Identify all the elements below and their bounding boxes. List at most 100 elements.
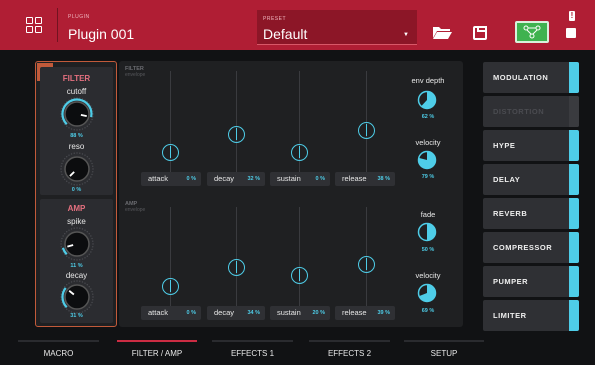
tab-indicator (404, 340, 484, 342)
effect-button-reverb[interactable]: REVERB (483, 198, 579, 229)
param-name: attack (148, 174, 169, 183)
env-depth-knob[interactable] (417, 90, 437, 110)
filter-release-box[interactable]: release 38 % (335, 172, 395, 186)
filter-attack-box[interactable]: attack 0 % (141, 172, 201, 186)
fade-value: 50 % (421, 247, 435, 253)
filter-decay-track (236, 71, 237, 178)
warning-icon[interactable]: ! (569, 11, 575, 21)
amp-velocity-value: 69 % (421, 308, 435, 314)
filter-envelope-subtitle: envelope (125, 72, 146, 78)
tab-label: EFFECTS 1 (230, 349, 275, 358)
filter-velocity-knob[interactable] (417, 150, 437, 170)
filter-sustain-track (299, 71, 300, 178)
effect-enabled-indicator[interactable] (569, 164, 579, 195)
tab-macro[interactable]: MACRO (18, 340, 99, 365)
param-name: release (342, 174, 367, 183)
macro-knob-panel: Q FILTER cutoff 88 % reso 0 % AMP spike … (35, 61, 117, 327)
amp-sustain-box[interactable]: sustain 20 % (270, 306, 330, 320)
amp-sustain-track (299, 207, 300, 307)
effect-button-compressor[interactable]: COMPRESSOR (483, 232, 579, 263)
cutoff-knob[interactable] (60, 97, 94, 131)
tab-label: SETUP (430, 349, 458, 358)
amp-attack-box[interactable]: attack 0 % (141, 306, 201, 320)
decay-value: 31 % (70, 313, 83, 319)
amp-decay-box[interactable]: decay 34 % (207, 306, 265, 320)
effect-button-hype[interactable]: HYPE (483, 130, 579, 161)
param-name: decay (214, 308, 235, 317)
preset-dropdown[interactable]: Preset Default ▼ (257, 10, 417, 45)
tab-label: EFFECTS 2 (327, 349, 372, 358)
save-icon[interactable] (473, 26, 487, 40)
spike-knob[interactable] (60, 227, 94, 261)
effect-label: DISTORTION (493, 107, 545, 116)
filter-sustain-box[interactable]: sustain 0 % (270, 172, 330, 186)
filter-decay-box[interactable]: decay 32 % (207, 172, 265, 186)
amp-decay-fader[interactable] (228, 258, 245, 276)
reso-knob[interactable] (60, 152, 94, 186)
plugin-name: Plugin 001 (68, 26, 135, 42)
effect-enabled-indicator[interactable] (569, 62, 579, 93)
param-value: 0 % (186, 310, 196, 316)
decay-knob[interactable] (60, 280, 94, 314)
amp-release-box[interactable]: release 39 % (335, 306, 395, 320)
cutoff-label: cutoff (66, 87, 87, 96)
amp-velocity-knob[interactable] (417, 283, 437, 303)
effect-label: DELAY (493, 175, 521, 184)
tab-effects-1[interactable]: EFFECTS 1 (212, 340, 293, 365)
effect-label: PUMPER (493, 277, 529, 286)
amp-release-fader[interactable] (358, 255, 375, 273)
effect-enabled-indicator[interactable] (569, 198, 579, 229)
tab-indicator (117, 340, 197, 342)
bottom-tab-bar: MACRO FILTER / AMP EFFECTS 1 EFFECTS 2 S… (0, 340, 595, 365)
tab-setup[interactable]: SETUP (404, 340, 484, 365)
effect-label: COMPRESSOR (493, 243, 553, 252)
filter-attack-fader[interactable] (162, 144, 179, 161)
fade-knob[interactable] (417, 222, 437, 242)
effect-button-pumper[interactable]: PUMPER (483, 266, 579, 297)
folder-icon[interactable] (432, 25, 452, 39)
filter-release-fader[interactable] (358, 122, 375, 140)
plugin-caption: Plugin (68, 14, 90, 20)
param-value: 0 % (186, 176, 196, 182)
reso-value: 0 % (71, 187, 82, 193)
tab-indicator (309, 340, 390, 342)
effect-enabled-indicator[interactable] (569, 130, 579, 161)
decay-label: decay (65, 271, 88, 280)
routing-icon[interactable] (515, 21, 549, 43)
filter-section: FILTER cutoff 88 % reso 0 % (40, 67, 113, 195)
effect-enabled-indicator[interactable] (569, 232, 579, 263)
param-name: decay (214, 174, 235, 183)
amp-attack-fader[interactable] (162, 278, 179, 295)
effect-button-distortion[interactable]: DISTORTION (483, 96, 579, 127)
amp-sustain-fader[interactable] (291, 266, 308, 284)
grid-icon[interactable] (26, 17, 42, 33)
effect-enabled-indicator[interactable] (569, 300, 579, 331)
effect-button-delay[interactable]: DELAY (483, 164, 579, 195)
tab-label: MACRO (43, 349, 74, 358)
tab-filter-amp[interactable]: FILTER / AMP (117, 340, 197, 365)
tab-indicator (212, 340, 293, 342)
amp-section: AMP spike 11 % decay 31 % (40, 199, 113, 323)
param-value: 34 % (247, 310, 260, 316)
tab-effects-2[interactable]: EFFECTS 2 (309, 340, 390, 365)
spike-value: 11 % (70, 263, 83, 269)
effect-label: HYPE (493, 141, 516, 150)
filter-decay-fader[interactable] (228, 125, 245, 143)
filter-velocity-value: 79 % (421, 174, 435, 180)
param-name: release (342, 308, 367, 317)
effect-button-limiter[interactable]: LIMITER (483, 300, 579, 331)
effect-button-modulation[interactable]: MODULATION (483, 62, 579, 93)
tab-label: FILTER / AMP (131, 349, 183, 358)
param-name: sustain (277, 308, 301, 317)
effect-enabled-indicator[interactable] (569, 266, 579, 297)
param-value: 20 % (312, 310, 325, 316)
param-value: 39 % (377, 310, 390, 316)
filter-sustain-fader[interactable] (291, 144, 308, 161)
filter-section-title: FILTER (62, 74, 91, 83)
tab-indicator (18, 340, 99, 342)
cutoff-value: 88 % (70, 133, 83, 139)
filter-velocity-label: velocity (415, 138, 441, 147)
effect-enabled-indicator[interactable] (569, 96, 579, 127)
chip-icon[interactable] (566, 28, 576, 38)
amp-section-title: AMP (67, 204, 86, 213)
